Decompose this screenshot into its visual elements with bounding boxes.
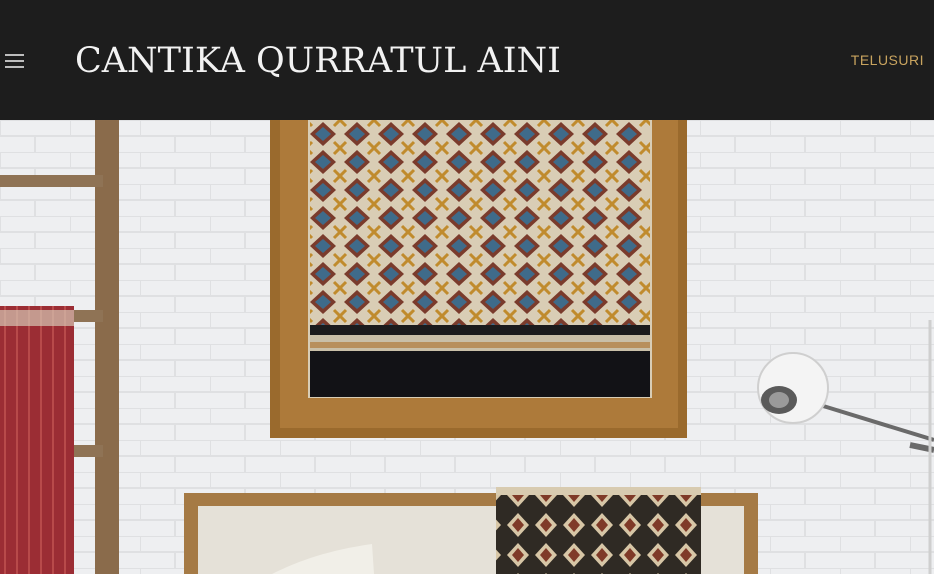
interior-textile-wall-photo [0, 120, 934, 574]
explore-link[interactable]: TELUSURI [851, 52, 924, 68]
site-header: CANTIKA QURRATUL AINI TELUSURI [0, 0, 934, 120]
hero-image [0, 120, 934, 574]
hamburger-menu-icon[interactable] [5, 54, 25, 68]
site-title[interactable]: CANTIKA QURRATUL AINI [75, 39, 561, 83]
